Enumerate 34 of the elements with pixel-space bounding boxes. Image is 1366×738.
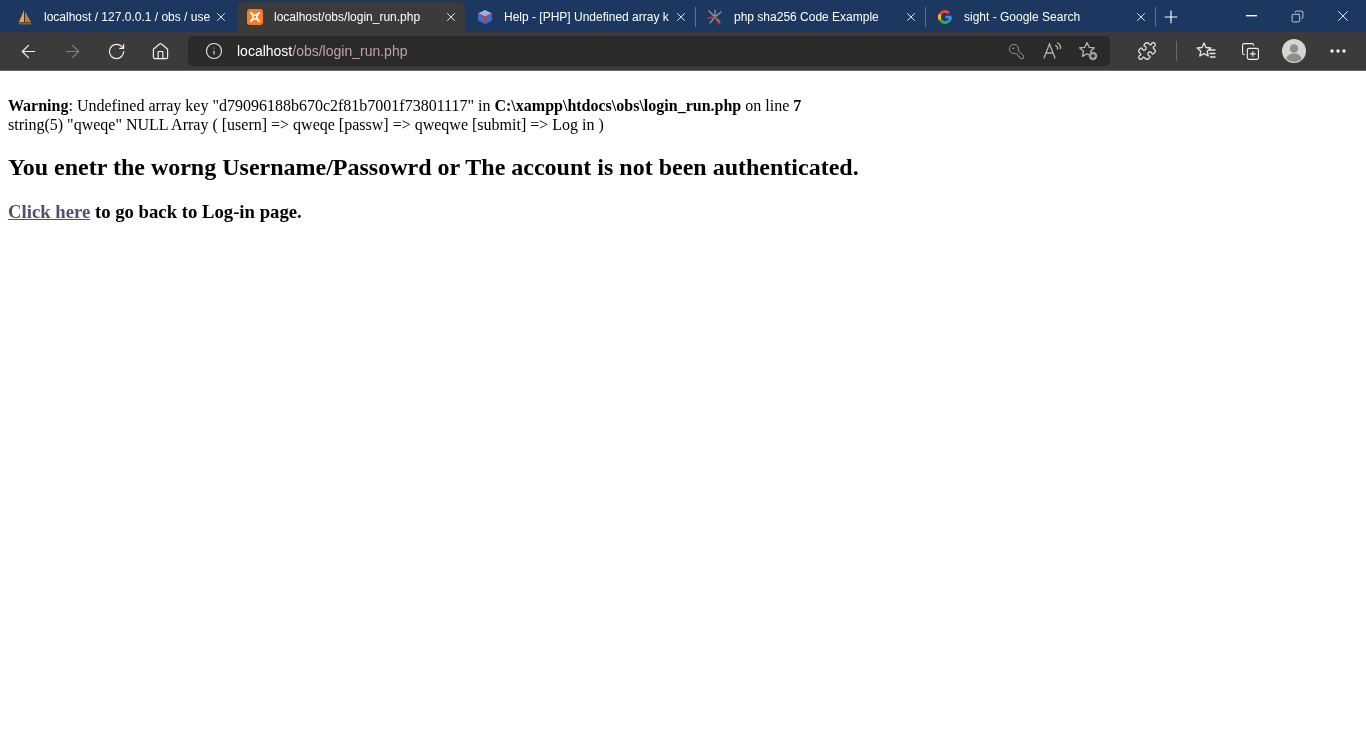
cube-icon (477, 9, 493, 25)
sailboat-icon (17, 9, 33, 25)
close-icon (674, 10, 688, 24)
back-link-sentence: Click here to go back to Log-in page. (8, 201, 303, 223)
spark-icon (707, 9, 723, 25)
close-icon (1134, 10, 1148, 24)
browser-tab[interactable]: localhost / 127.0.0.1 / obs / use (7, 2, 235, 32)
close-icon (214, 10, 228, 24)
more-icon (1330, 49, 1346, 53)
click-here-link[interactable]: Click here (8, 201, 91, 222)
home-icon (150, 41, 170, 61)
warning-message: Warning: Undefined array key "d79096188b670c2f81b7001f73801117" in C:\xampp\htdocs\obs\login_run.php on line 7 (8, 97, 803, 116)
avatar-icon (1282, 39, 1306, 63)
x-tile-icon (247, 9, 263, 25)
collections-icon (1240, 41, 1260, 61)
restore-icon (1290, 9, 1304, 23)
browser-tab[interactable]: localhost/obs/login_run.php (237, 2, 465, 32)
error-heading: You enetr the worng Username/Passowrd or The account is not been authenticated. (8, 154, 860, 182)
key-icon (1007, 42, 1025, 60)
info-icon (205, 42, 223, 60)
refresh-icon (106, 41, 126, 61)
close-icon (904, 10, 918, 24)
close-icon (444, 10, 458, 24)
browser-tab[interactable]: sight - Google Search (927, 2, 1155, 32)
browser-tab[interactable]: php sha256 Code Example (697, 2, 925, 32)
browser-tab[interactable]: Help - [PHP] Undefined array k (467, 2, 695, 32)
star-list-icon (1196, 41, 1216, 61)
g-logo-icon (937, 9, 953, 25)
minimize-icon (1245, 15, 1257, 17)
address-bar[interactable]: localhost/obs/login_run.php (188, 36, 1110, 66)
star-plus-icon (1078, 41, 1098, 61)
puzzle-icon (1137, 41, 1157, 61)
var-dump-output: string(5) "qweqe" NULL Array ( [usern] => qweqe [passw] => qweqwe [submit] => Log in ) (8, 115, 605, 135)
read-aloud-icon (1042, 41, 1062, 61)
